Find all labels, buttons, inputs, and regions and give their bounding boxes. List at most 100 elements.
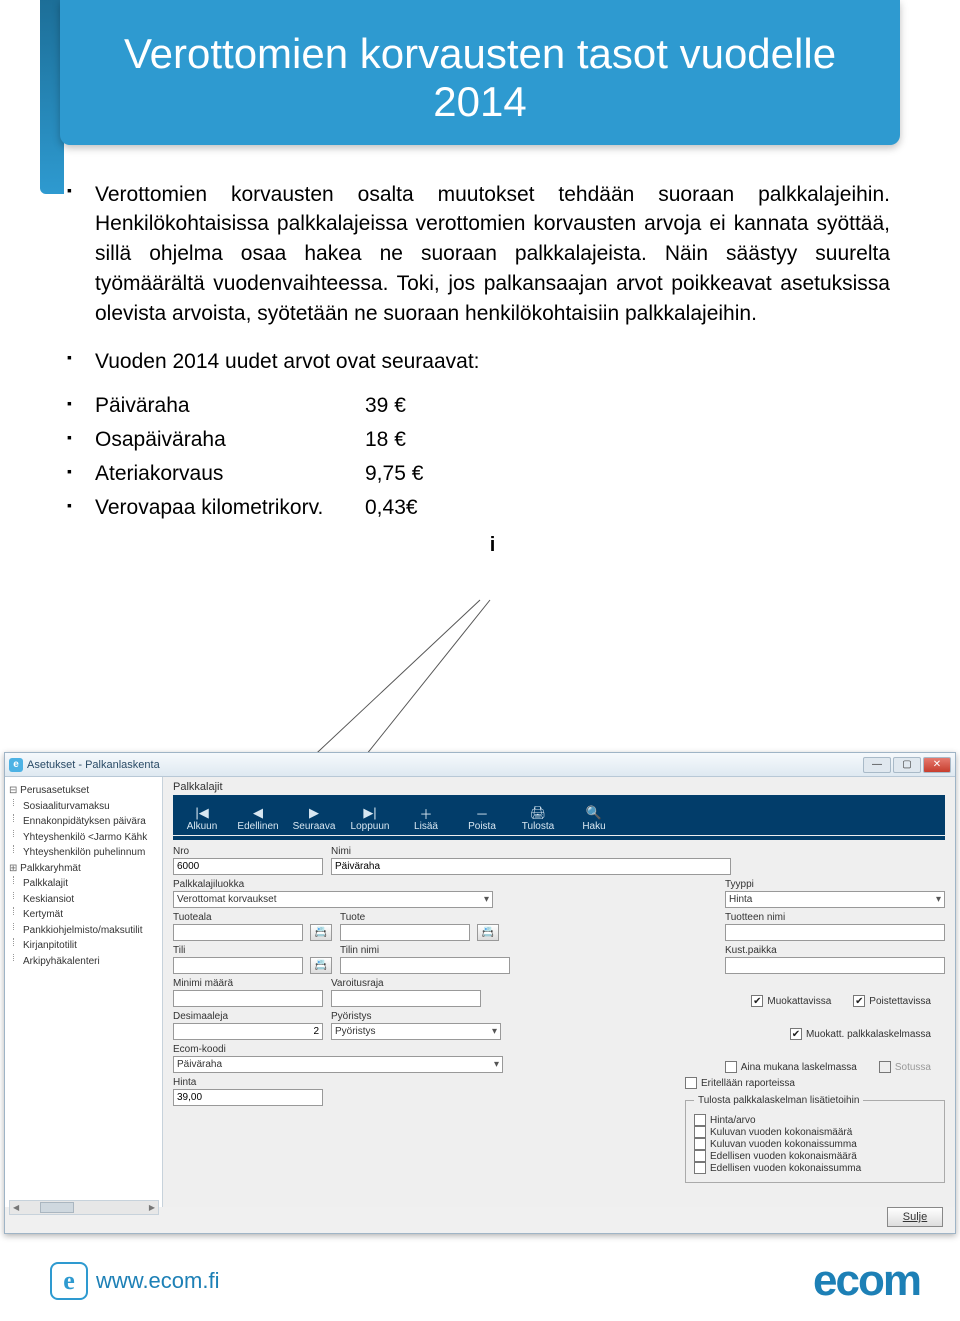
window-minimize-button[interactable]: — [863,757,891,773]
tree-group[interactable]: Palkkaryhmät [9,861,158,877]
desim-input[interactable] [173,1023,323,1040]
eritellaan-checkbox[interactable]: Eritellään raporteissa [685,1077,931,1089]
varo-label: Varoitusraja [331,978,481,989]
tilinimi-label: Tilin nimi [340,945,510,956]
toolbar-prev-button[interactable]: ◀Edellinen [230,805,286,832]
tree-item[interactable]: Keskiansiot [9,892,158,908]
plus-icon: ＋ [398,805,454,821]
values-table: Päiväraha39 € Osapäiväraha18 € Ateriakor… [95,394,890,520]
bullet-paragraph-1: Verottomien korvausten osalta muutokset … [95,180,890,329]
tree-item[interactable]: Pankkiohjelmisto/maksutilit [9,923,158,939]
nro-label: Nro [173,846,323,857]
tree-item[interactable]: Kertymät [9,907,158,923]
picker-icon[interactable]: 📇 [477,924,499,941]
luokka-select[interactable]: Verottomat korvaukset [173,891,493,908]
toolbar-search-button[interactable]: 🔍Haku [566,805,622,832]
ecom-badge-icon: e [50,1262,88,1300]
value-label: Ateriakorvaus [95,462,365,486]
tree-child[interactable]: Ennakonpidätyksen päivära [9,814,158,830]
kust-label: Kust.paikka [725,945,945,956]
close-button[interactable]: Sulje [887,1207,943,1227]
tuoteala-label: Tuoteala [173,912,303,923]
print-opt-checkbox[interactable]: Kuluvan vuoden kokonaissumma [694,1138,922,1150]
page-title: Verottomien korvausten tasot vuodelle 20… [80,30,880,127]
sotussa-checkbox: Sotussa [879,1061,931,1073]
window-close-button[interactable]: ✕ [923,757,951,773]
value-amount: 0,43€ [365,496,455,520]
nro-input[interactable] [173,858,323,875]
window-maximize-button[interactable]: ▢ [893,757,921,773]
tili-label: Tili [173,945,303,956]
record-toolbar: |◀Alkuun ◀Edellinen ▶Seuraava ▶|Loppuun … [173,795,945,835]
nimi-label: Nimi [331,846,731,857]
tree-child[interactable]: Yhteyshenkilö <Jarmo Kähk [9,830,158,846]
value-label: Verovapaa kilometrikorv. [95,496,365,520]
picker-icon[interactable]: 📇 [310,957,332,974]
tree-child[interactable]: Sosiaaliturvamaksu [9,799,158,815]
print-group-legend: Tulosta palkkalaskelman lisätietoihin [694,1095,863,1106]
value-amount: 39 € [365,394,455,418]
muokattavissa-checkbox[interactable]: ✔Muokattavissa [751,995,831,1007]
ecom-select[interactable]: Päiväraha [173,1056,503,1073]
toolbar-add-button[interactable]: ＋Lisää [398,805,454,832]
print-opt-checkbox[interactable]: Edellisen vuoden kokonaismäärä [694,1150,922,1162]
tree-item[interactable]: Arkipyhäkalenteri [9,954,158,970]
panel-title: Palkkalajit [173,781,945,793]
tree-item[interactable]: Palkkalajit [9,876,158,892]
value-amount: 18 € [365,428,455,452]
print-icon: 🖨 [510,805,566,821]
tuotenimi-input[interactable] [725,924,945,941]
tuotenimi-label: Tuotteen nimi [725,912,945,923]
scrollbar-thumb[interactable] [40,1202,74,1213]
print-opt-checkbox[interactable]: Edellisen vuoden kokonaissumma [694,1162,922,1174]
toolbar-delete-button[interactable]: －Poista [454,805,510,832]
desim-label: Desimaaleja [173,1011,323,1022]
min-input[interactable] [173,990,323,1007]
ecom-label: Ecom-koodi [173,1044,503,1055]
print-opt-checkbox[interactable]: Hinta/arvo [694,1114,922,1126]
tilinimi-input[interactable] [340,957,510,974]
value-label: Päiväraha [95,394,365,418]
tuote-label: Tuote [340,912,470,923]
varo-input[interactable] [331,990,481,1007]
tuote-input[interactable] [340,924,470,941]
window-title: Asetukset - Palkanlaskenta [27,759,863,771]
picker-icon[interactable]: 📇 [310,924,332,941]
minus-icon: － [454,805,510,821]
tree-item[interactable]: Kirjanpitotilit [9,938,158,954]
tuoteala-input[interactable] [173,924,303,941]
toolbar-print-button[interactable]: 🖨Tulosta [510,805,566,832]
footer-url: www.ecom.fi [96,1268,219,1294]
settings-tree[interactable]: Perusasetukset Sosiaaliturvamaksu Ennako… [5,777,163,1207]
bullet-paragraph-2: Vuoden 2014 uudet arvot ovat seuraavat: [95,347,890,377]
tili-input[interactable] [173,957,303,974]
main-panel: Palkkalajit |◀Alkuun ◀Edellinen ▶Seuraav… [163,777,955,1207]
brand-logo: ecom [813,1256,920,1306]
kust-input[interactable] [725,957,945,974]
app-favicon-icon: e [9,758,23,772]
tree-child[interactable]: Yhteyshenkilön puhelinnum [9,845,158,861]
title-banner: Verottomien korvausten tasot vuodelle 20… [60,0,900,145]
tyyppi-select[interactable]: Hinta [725,891,945,908]
muokatt-lask-checkbox[interactable]: ✔Muokatt. palkkalaskelmassa [790,1028,931,1040]
prev-icon: ◀ [230,805,286,821]
poistettavissa-checkbox[interactable]: ✔Poistettavissa [853,995,931,1007]
print-group: Tulosta palkkalaskelman lisätietoihin Hi… [685,1095,945,1183]
app-window: e Asetukset - Palkanlaskenta — ▢ ✕ Perus… [4,752,956,1234]
hinta-input[interactable] [173,1089,323,1106]
tyyppi-label: Tyyppi [725,879,945,890]
pyor-select[interactable]: Pyöristys [331,1023,501,1040]
hinta-label: Hinta [173,1077,323,1088]
window-titlebar: e Asetukset - Palkanlaskenta — ▢ ✕ [5,753,955,777]
value-label: Osapäiväraha [95,428,365,452]
aina-mukana-checkbox[interactable]: Aina mukana laskelmassa [725,1061,857,1073]
nimi-input[interactable] [331,858,731,875]
tree-root[interactable]: Perusasetukset [9,783,158,799]
toolbar-next-button[interactable]: ▶Seuraava [286,805,342,832]
toolbar-first-button[interactable]: |◀Alkuun [174,805,230,832]
print-opt-checkbox[interactable]: Kuluvan vuoden kokonaismäärä [694,1126,922,1138]
value-amount: 9,75 € [365,462,455,486]
tree-scrollbar[interactable] [9,1200,159,1215]
toolbar-last-button[interactable]: ▶|Loppuun [342,805,398,832]
luokka-label: Palkkalajiluokka [173,879,493,890]
